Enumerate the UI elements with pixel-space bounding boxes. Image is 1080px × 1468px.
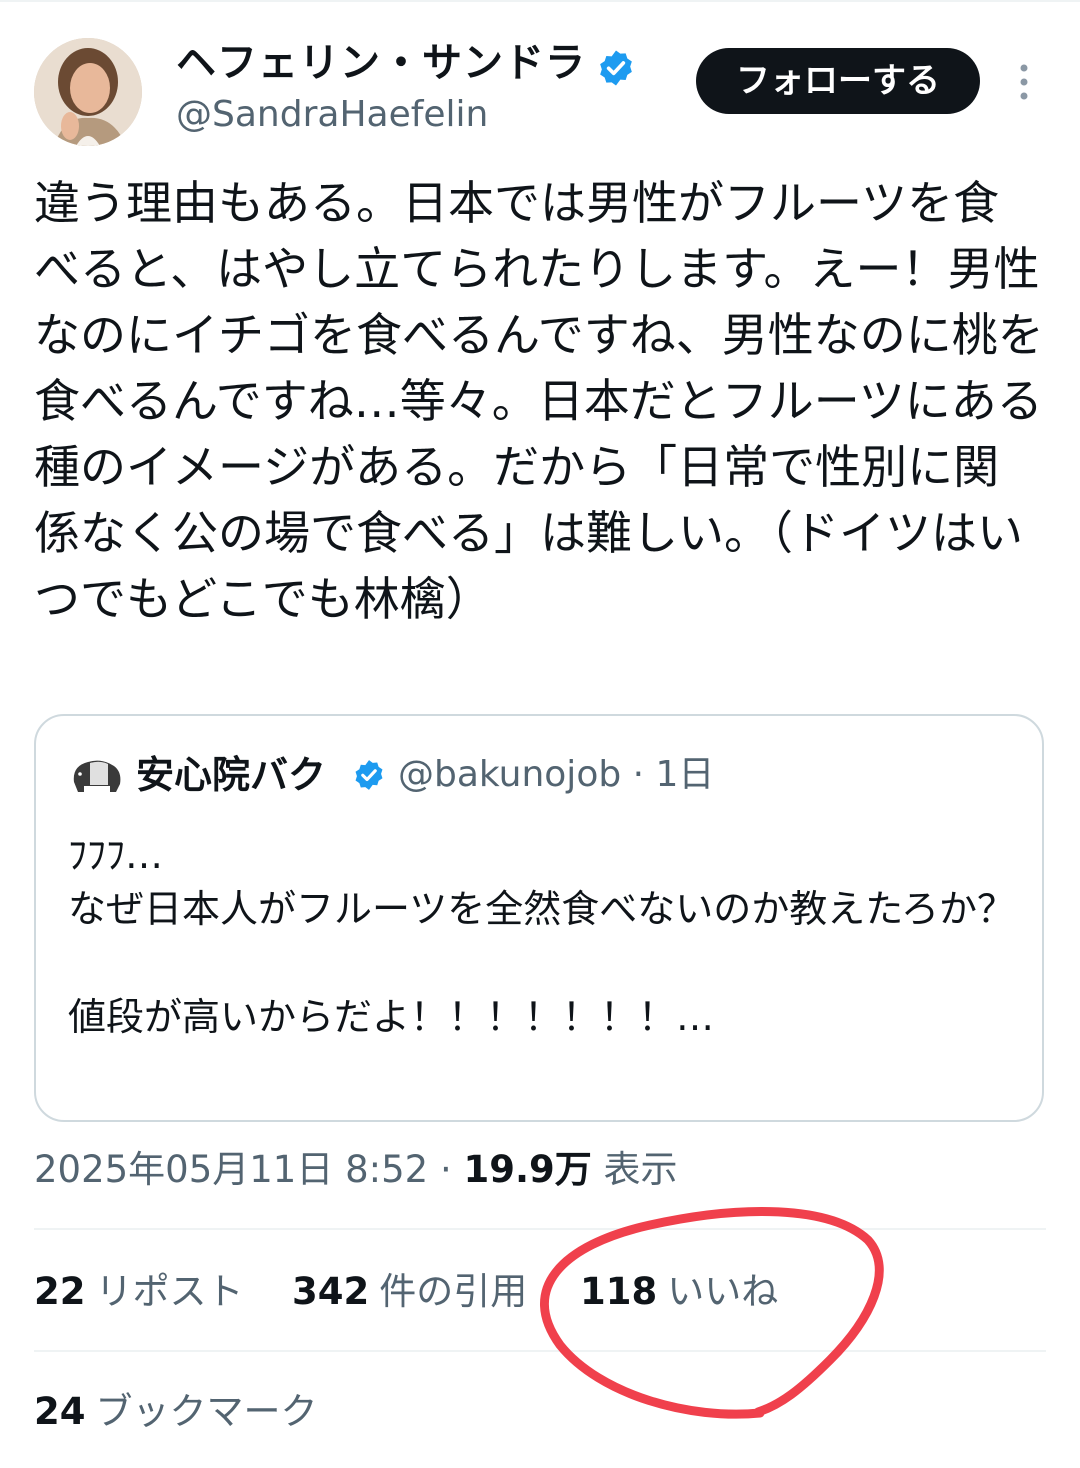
verified-badge-icon xyxy=(600,50,632,86)
quoted-tweet-text: ﾌﾌﾌ… なぜ日本人がフルーツを全然食べないのか教えたろか？ 値段が高いからだよ… xyxy=(68,833,1015,1039)
quoted-verified-badge-icon xyxy=(355,760,383,790)
reposts-stat[interactable]: 22 リポスト xyxy=(34,1264,244,1320)
author-avatar[interactable] xyxy=(34,38,142,146)
stats-divider-bottom xyxy=(34,1350,1046,1352)
views-label: 表示 xyxy=(603,1148,678,1191)
more-options-icon[interactable] xyxy=(1012,60,1036,104)
reposts-count: 22 xyxy=(34,1270,86,1313)
reposts-label: リポスト xyxy=(95,1270,244,1313)
bookmarks-stat[interactable]: 24 ブックマーク xyxy=(34,1384,318,1440)
quotes-stat[interactable]: 342 件の引用 xyxy=(292,1264,527,1320)
views-count: 19.9万 xyxy=(463,1148,592,1191)
top-divider xyxy=(0,0,1080,2)
quotes-label: 件の引用 xyxy=(379,1270,528,1313)
likes-stat[interactable]: 118 いいね xyxy=(580,1264,778,1320)
quoted-handle-and-time: @bakunojob · 1日 xyxy=(398,754,715,795)
author-display-name[interactable]: ヘフェリン・サンドラ xyxy=(176,36,586,90)
author-handle[interactable]: @SandraHaefelin xyxy=(176,92,488,138)
likes-label: いいね xyxy=(667,1270,779,1313)
tweet-text: 違う理由もある。日本では男性がフルーツを食べると、はやし立てられたりします。えー… xyxy=(34,176,1044,626)
likes-count: 118 xyxy=(580,1270,658,1313)
quoted-tweet-card[interactable]: 安心院バク @bakunojob · 1日 ﾌﾌﾌ… なぜ日本人がフルーツを全然… xyxy=(34,714,1044,1122)
stats-divider-top xyxy=(34,1228,1046,1230)
bookmarks-count: 24 xyxy=(34,1390,86,1433)
follow-button[interactable]: フォローする xyxy=(696,48,980,114)
quoted-display-name: 安心院バク xyxy=(136,753,327,797)
tapir-avatar-icon xyxy=(73,760,121,792)
bookmarks-label: ブックマーク xyxy=(95,1390,318,1433)
meta-separator: · xyxy=(428,1148,464,1191)
tweet-timestamp[interactable]: 2025年05月11日 8:52 xyxy=(34,1148,428,1191)
quotes-count: 342 xyxy=(292,1270,370,1313)
tweet-meta: 2025年05月11日 8:52 · 19.9万 表示 xyxy=(34,1140,678,1200)
